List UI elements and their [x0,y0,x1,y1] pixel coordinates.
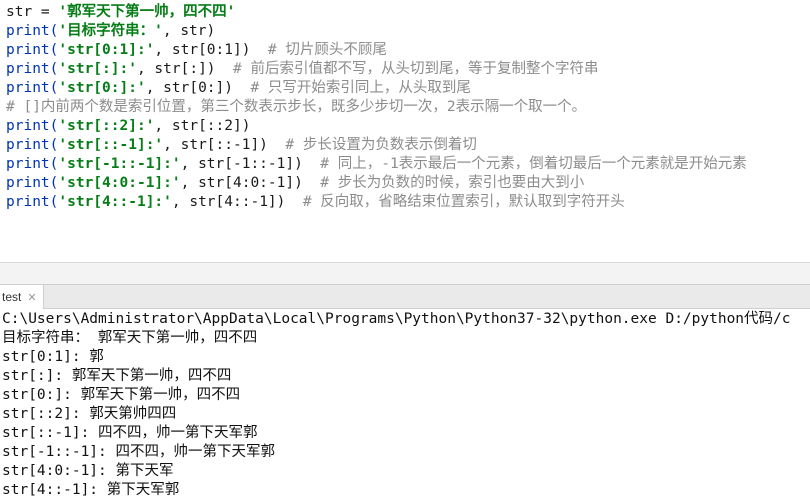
code-line: print('str[4:0:-1]:', str[4:0:-1]) # 步长为… [0,174,810,193]
console-line: str[::-1]: 四不四，帅一第下天军郭 [2,425,258,441]
run-tab-test[interactable]: test ✕ [0,285,44,309]
code-token: , str) [162,23,216,39]
code-line: print('str[0:]:', str[0:]) # 只写开始索引同上，从头… [0,79,810,98]
console-line: 目标字符串： 郭军天下第一帅，四不四 [2,330,258,346]
code-token: print( [6,23,59,39]
code-line: print('str[::-1]:', str[::-1]) # 步长设置为负数… [0,136,810,155]
console-line: C:\Users\Administrator\AppData\Local\Pro… [2,311,791,327]
code-editor[interactable]: str = '郭军天下第一帅，四不四' print('目标字符串：', str) p… [0,0,810,262]
console-line: str[0:1]: 郭 [2,349,104,365]
code-token: 'str[4:0:-1]:' [58,175,181,191]
run-tool-window-tabbar: test ✕ [0,284,810,309]
code-token: # 反向取，省略结束位置索引，默认取到字符开头 [302,194,625,210]
code-token: 'str[::2]:' [58,118,155,134]
console-line: str[0:]: 郭军天下第一帅，四不四 [2,387,241,403]
code-token: 'str[0:]:' [58,80,146,96]
code-token: # 步长为负数的时候，索引也要由大到小 [320,175,585,191]
run-tab-label: test [2,290,22,304]
code-token: # 只写开始索引同上，从头取到尾 [250,80,471,96]
code-token: , str[4:0:-1]) [180,175,321,191]
code-token: , str[::-1]) [163,137,286,153]
code-token: print( [6,61,59,77]
code-token: print( [6,118,59,134]
code-line: str = '郭军天下第一帅，四不四' [0,3,810,22]
code-token: print( [6,80,59,96]
code-token: , str[::2]) [154,118,251,134]
code-token: , str[-1::-1]) [180,156,321,172]
code-line: # []内前两个数是索引位置，第三个数表示步长，既多少步切一次，2表示隔一个取一… [0,98,810,117]
code-token: print( [6,175,59,191]
code-token: print( [6,137,59,153]
code-line: print('str[4::-1]:', str[4::-1]) # 反向取，省… [0,193,810,212]
code-token: # 同上，-1表示最后一个元素，倒着切最后一个元素就是开始元素 [320,156,747,172]
code-token: 'str[4::-1]:' [58,194,172,210]
code-token: '郭军天下第一帅，四不四' [58,4,236,20]
console-line: str[-1::-1]: 四不四，帅一第下天军郭 [2,444,275,460]
code-token: 'str[:]:' [58,61,137,77]
code-token: str = [6,4,59,20]
console-line: str[4::-1]: 第下天军郭 [2,482,180,498]
code-token: , str[0:1]) [154,42,268,58]
code-token: # 步长设置为负数表示倒着切 [285,137,477,153]
editor-bottom-strip [0,262,810,285]
code-line: print('str[::2]:', str[::2]) [0,117,810,136]
code-token: '目标字符串：' [58,23,163,39]
code-token: print( [6,194,59,210]
code-token: , str[4::-1]) [171,194,303,210]
code-token: # 前后索引值都不写，从头切到尾，等于复制整个字符串 [233,61,599,77]
code-line: print('目标字符串：', str) [0,22,810,41]
code-token: # []内前两个数是索引位置，第三个数表示步长，既多少步切一次，2表示隔一个取一… [6,99,587,115]
console-line: str[::2]: 郭天第帅四四 [2,406,177,422]
code-line: print('str[0:1]:', str[0:1]) # 切片顾头不顾尾 [0,41,810,60]
run-console-output[interactable]: C:\Users\Administrator\AppData\Local\Pro… [0,309,810,501]
code-token: 'str[0:1]:' [58,42,155,58]
code-token: , str[:]) [136,61,233,77]
console-line: str[4:0:-1]: 第下天军 [2,463,174,479]
close-icon[interactable]: ✕ [27,291,36,304]
code-token: 'str[-1::-1]:' [58,156,181,172]
code-token: , str[0:]) [145,80,251,96]
code-token: # 切片顾头不顾尾 [267,42,387,58]
code-token: print( [6,42,59,58]
code-token: 'str[::-1]:' [58,137,164,153]
code-line: print('str[-1::-1]:', str[-1::-1]) # 同上，… [0,155,810,174]
code-token: print( [6,156,59,172]
console-line: str[:]: 郭军天下第一帅，四不四 [2,368,232,384]
code-line: print('str[:]:', str[:]) # 前后索引值都不写，从头切到… [0,60,810,79]
